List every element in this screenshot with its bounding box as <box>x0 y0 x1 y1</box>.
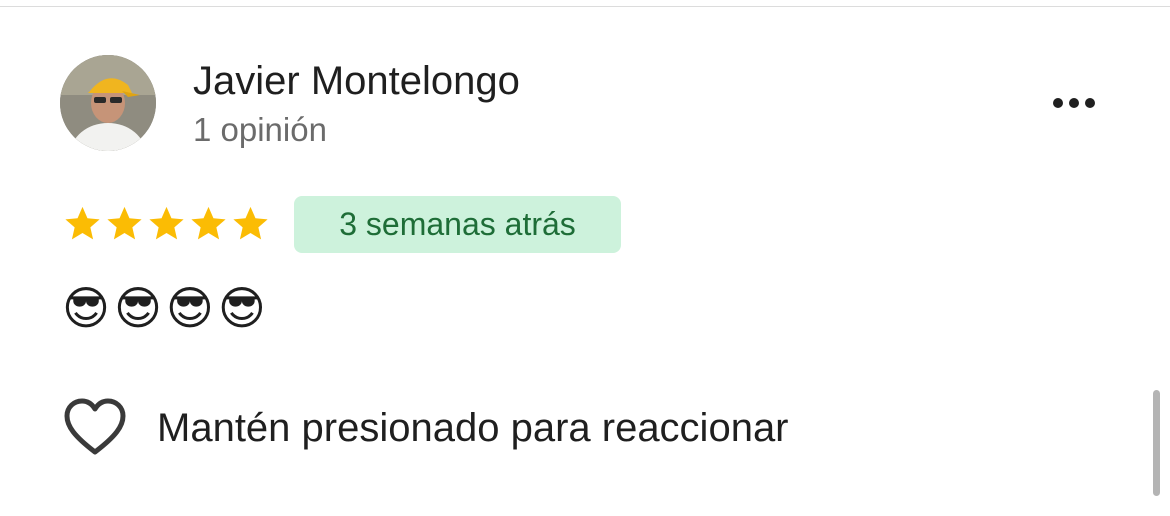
star-rating <box>62 202 271 246</box>
star-icon <box>149 206 184 240</box>
reviewer-avatar[interactable] <box>60 55 156 151</box>
avatar-photo <box>60 55 156 151</box>
heart-icon <box>64 398 126 455</box>
scrollbar-thumb[interactable] <box>1153 390 1160 496</box>
review-date-badge: 3 semanas atrás <box>294 196 621 253</box>
react-label: Mantén presionado para reaccionar <box>157 405 789 450</box>
more-options-icon-dot <box>1069 98 1079 108</box>
react-button[interactable]: Mantén presionado para reaccionar <box>62 396 789 460</box>
star-icon <box>107 206 142 240</box>
reviewer-review-count: 1 opinión <box>193 111 327 148</box>
star-icon <box>233 206 268 240</box>
review-text: 😎😎😎😎 <box>62 281 270 335</box>
top-divider <box>0 6 1170 7</box>
more-options-icon-dot <box>1053 98 1063 108</box>
more-options-button[interactable] <box>1044 86 1104 120</box>
star-icon <box>191 206 226 240</box>
star-icon <box>65 206 100 240</box>
reviewer-name[interactable]: Javier Montelongo <box>193 58 520 104</box>
more-options-icon-dot <box>1085 98 1095 108</box>
